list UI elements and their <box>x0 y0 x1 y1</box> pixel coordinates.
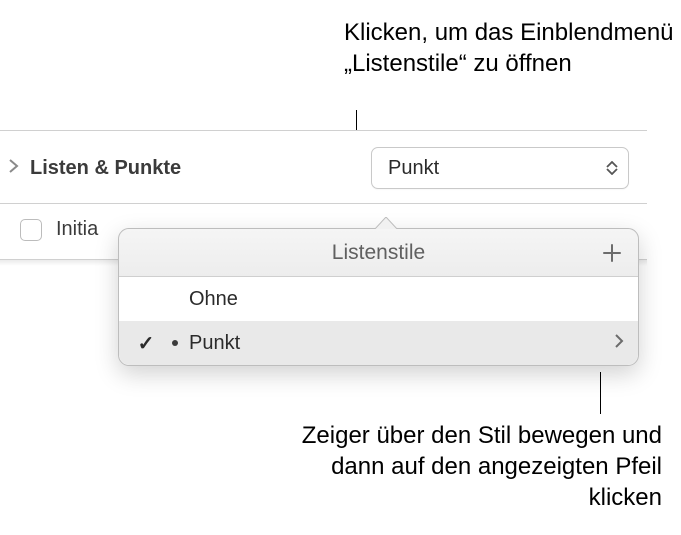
popover-list: Ohne ✓ Punkt <box>119 277 638 365</box>
plus-icon <box>602 243 622 263</box>
list-bullet-col <box>161 340 189 346</box>
initial-caps-checkbox[interactable] <box>20 219 42 241</box>
popup-value-label: Punkt <box>388 157 439 180</box>
list-styles-popover: Listenstile Ohne ✓ Punkt <box>118 228 639 366</box>
list-styles-popup-button[interactable]: Punkt <box>371 147 629 189</box>
popover-header: Listenstile <box>119 229 638 277</box>
list-check-col: ✓ <box>131 331 161 356</box>
popover-title: Listenstile <box>332 241 425 265</box>
list-item-label: Punkt <box>189 332 614 355</box>
disclosure-chevron-icon[interactable] <box>8 159 22 178</box>
callout-bottom-text: Zeiger über den Stil bewegen und dann au… <box>292 420 662 514</box>
list-item-label: Ohne <box>189 288 624 311</box>
style-detail-arrow[interactable] <box>614 332 624 355</box>
lists-bullets-row: Listen & Punkte Punkt <box>0 131 647 204</box>
checkmark-icon: ✓ <box>138 331 155 356</box>
list-style-item-ohne[interactable]: Ohne <box>119 277 638 321</box>
callout-leader-line <box>600 372 601 414</box>
add-style-button[interactable] <box>598 239 626 267</box>
list-style-item-punkt[interactable]: ✓ Punkt <box>119 321 638 365</box>
bullet-icon <box>172 340 178 346</box>
popup-updown-icon <box>606 161 618 175</box>
callout-top-text: Klicken, um das Einblendmenü „Listenstil… <box>344 17 681 79</box>
chevron-right-icon <box>614 333 624 349</box>
initial-caps-label: Initia <box>56 218 98 241</box>
section-label: Listen & Punkte <box>30 157 181 180</box>
